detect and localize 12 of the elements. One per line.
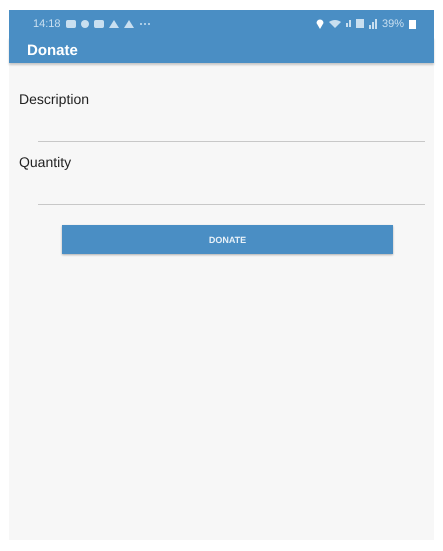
more-icon <box>138 22 151 26</box>
field-label: Quantity <box>19 154 72 170</box>
app-title: Donate <box>27 42 78 58</box>
battery-percent: 39% <box>382 18 404 30</box>
signal-icon <box>368 18 377 28</box>
signal-icon <box>346 20 351 27</box>
status-time: 14:18 <box>33 18 61 30</box>
field-label: Description <box>19 91 90 107</box>
wifi-icon <box>328 19 341 28</box>
donate-button[interactable]: DONATE <box>62 225 393 254</box>
location-icon <box>316 18 324 28</box>
battery-icon <box>409 18 416 28</box>
